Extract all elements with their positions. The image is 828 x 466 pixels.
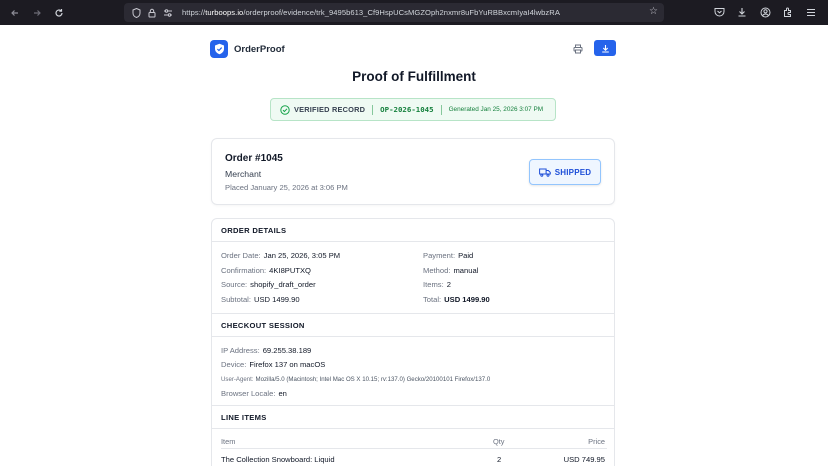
lock-icon[interactable] (146, 7, 158, 19)
verified-label: VERIFIED RECORD (294, 105, 366, 114)
divider (372, 104, 374, 115)
back-icon[interactable] (7, 5, 23, 21)
payment-field: Payment: Paid (423, 251, 474, 260)
orderproof-logo-icon (210, 40, 228, 58)
brand-name: OrderProof (234, 43, 285, 55)
source-field: Source: shopify_draft_order (221, 280, 316, 289)
order-summary-card: Order #1045 Merchant Placed January 25, … (211, 138, 615, 205)
section-heading: ORDER DETAILS (221, 226, 287, 235)
section-heading: CHECKOUT SESSION (221, 321, 305, 330)
pocket-icon[interactable] (712, 4, 726, 20)
status-label: SHIPPED (554, 167, 592, 177)
column-header-qty: Qty (493, 437, 505, 446)
column-header-item: Item (221, 437, 236, 446)
download-button[interactable] (594, 40, 616, 56)
ip-address-field: IP Address: 69.255.38.189 (221, 346, 312, 355)
page-title: Proof of Fulfillment (352, 69, 476, 84)
generated-timestamp: Generated Jan 25, 2026 3:07 PM (448, 106, 544, 113)
account-icon[interactable] (758, 4, 772, 20)
bookmark-star-icon[interactable]: ☆ (649, 6, 658, 17)
shield-icon[interactable] (130, 7, 142, 19)
device-field: Device: Firefox 137 on macOS (221, 360, 326, 369)
app-header: OrderProof (210, 38, 616, 60)
method-field: Method: manual (423, 266, 479, 275)
printer-icon (573, 44, 583, 54)
forward-icon[interactable] (29, 5, 45, 21)
site-permissions-icon[interactable] (162, 7, 174, 19)
print-button[interactable] (570, 41, 586, 57)
downloads-icon[interactable] (735, 4, 749, 20)
extensions-icon[interactable] (781, 4, 795, 20)
divider (440, 104, 442, 115)
url-text[interactable]: https://turboops.io/orderproof/evidence/… (182, 8, 560, 17)
line-items-header: LINE ITEMS (212, 406, 614, 429)
verified-record-banner: VERIFIED RECORD OP-2026-1045 Generated J… (270, 98, 556, 121)
truck-icon (538, 168, 551, 177)
order-date-field: Order Date: Jan 25, 2026, 3:05 PM (221, 251, 341, 260)
confirmation-field: Confirmation: 4KI8PUTXQ (221, 266, 311, 275)
line-item-qty: 2 (497, 455, 502, 464)
reload-icon[interactable] (51, 5, 67, 21)
browser-locale-field: Browser Locale: en (221, 389, 287, 398)
download-icon (601, 44, 609, 53)
record-id: OP-2026-1045 (380, 105, 434, 114)
menu-icon[interactable] (804, 4, 818, 20)
line-item-price: USD 749.95 (563, 455, 605, 464)
order-number: Order #1045 (225, 153, 283, 164)
order-details-header: ORDER DETAILS (212, 219, 614, 242)
subtotal-field: Subtotal: USD 1499.90 (221, 295, 300, 304)
browser-toolbar: https://turboops.io/orderproof/evidence/… (0, 0, 828, 25)
table-header-divider (221, 448, 607, 449)
column-header-price: Price (588, 437, 605, 446)
page-content: OrderProof Proof of Fulfillment VERIFIED… (0, 25, 828, 466)
items-field: Items: 2 (423, 280, 451, 289)
status-badge: SHIPPED (529, 159, 601, 185)
user-agent-field: User-Agent: Mozilla/5.0 (Macintosh; Intel… (221, 376, 491, 383)
section-heading: LINE ITEMS (221, 413, 267, 422)
total-field: Total: USD 1499.90 (423, 295, 490, 304)
check-circle-icon (280, 104, 290, 115)
address-bar[interactable]: https://turboops.io/orderproof/evidence/… (124, 3, 664, 22)
checkout-session-header: CHECKOUT SESSION (212, 314, 614, 337)
line-item-name: The Collection Snowboard: Liquid (221, 455, 335, 464)
placed-date: Placed January 25, 2026 at 3:06 PM (225, 183, 348, 192)
merchant-name: Merchant (225, 169, 262, 179)
details-card: ORDER DETAILS Order Date: Jan 25, 2026, 3… (211, 218, 615, 466)
